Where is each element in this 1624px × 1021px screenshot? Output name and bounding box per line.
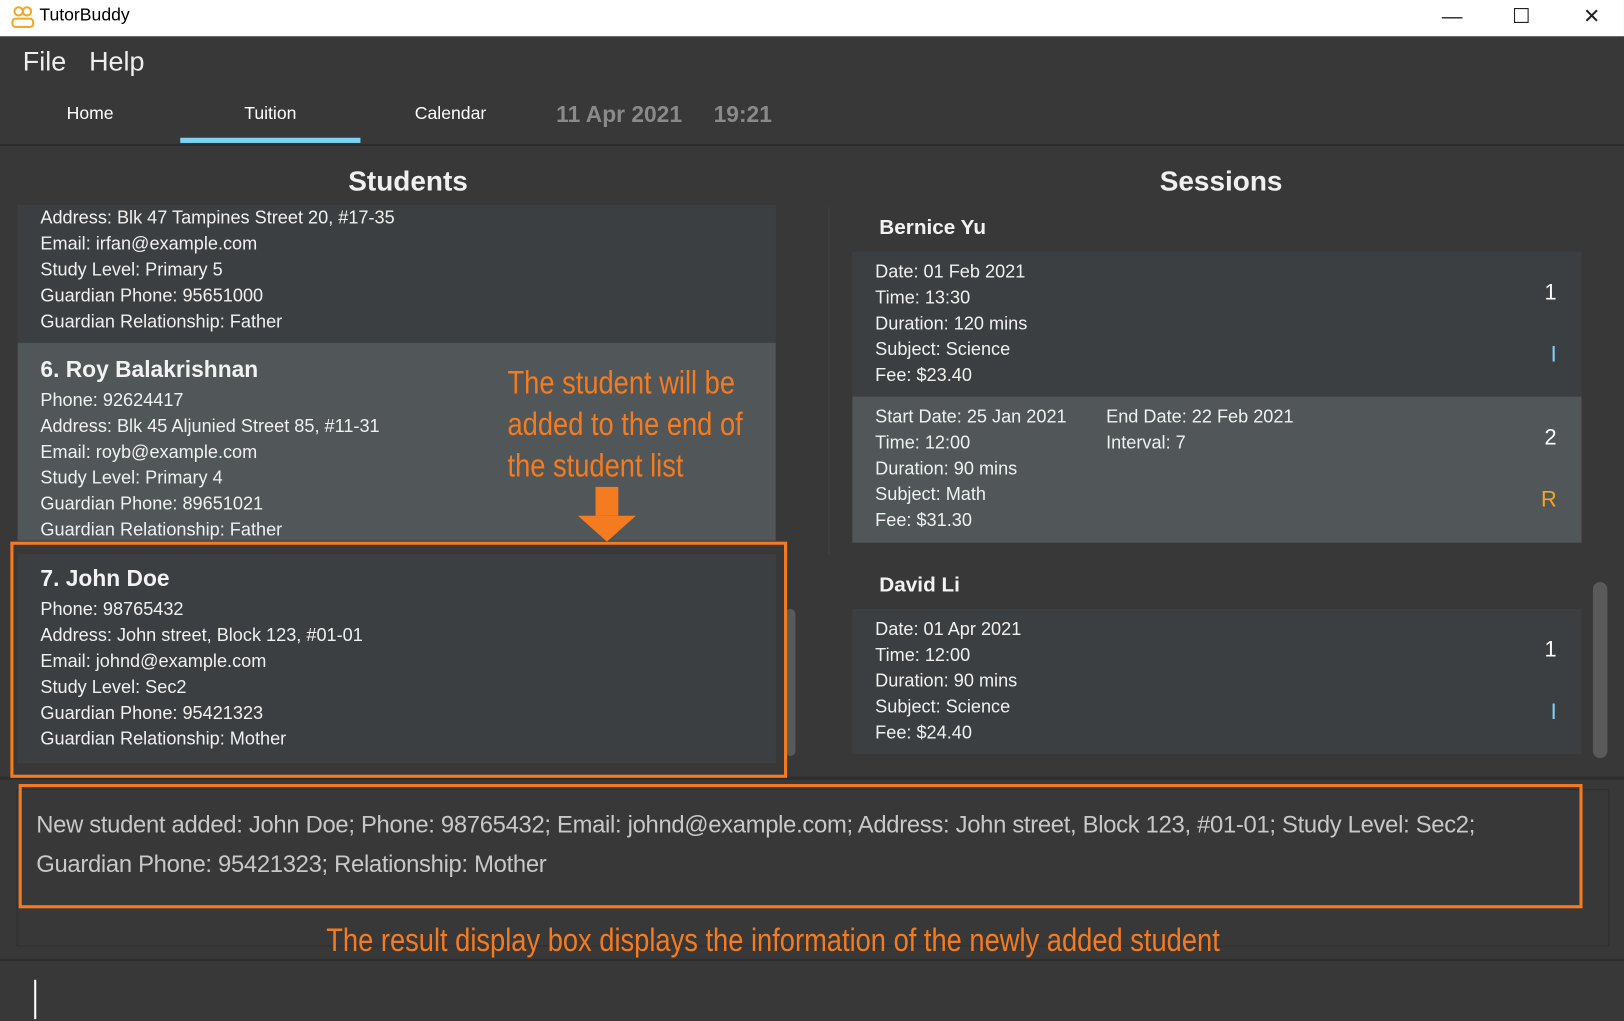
result-highlight-box bbox=[18, 784, 1583, 909]
student-address: Address: Blk 47 Tampines Street 20, #17-… bbox=[40, 207, 395, 228]
session-date: Date: 01 Feb 2021 bbox=[875, 260, 1026, 282]
student-guardian-phone: Guardian Phone: 89651021 bbox=[40, 492, 264, 514]
session-subject: Subject: Science bbox=[875, 338, 1011, 360]
session-subject: Subject: Math bbox=[875, 483, 986, 505]
session-end-date: End Date: 22 Feb 2021 bbox=[1106, 405, 1294, 427]
session-type-badge: R bbox=[1540, 487, 1557, 512]
student-guardian-phone: Guardian Phone: 95651000 bbox=[40, 284, 264, 306]
tutee-name: David Li bbox=[879, 573, 960, 597]
close-button[interactable]: ✕ bbox=[1571, 2, 1612, 31]
session-time: Time: 12:00 bbox=[875, 644, 971, 665]
session-fee: Fee: $23.40 bbox=[875, 364, 972, 386]
arrow-down-icon bbox=[577, 486, 636, 542]
student-annotation: The student will be added to the end of … bbox=[507, 362, 742, 486]
session-fee: Fee: $31.30 bbox=[875, 509, 972, 531]
session-fee: Fee: $24.40 bbox=[875, 721, 972, 743]
student-relationship: Guardian Relationship: Father bbox=[40, 518, 283, 540]
session-index: 1 bbox=[1544, 637, 1557, 662]
result-annotation: The result display box displays the info… bbox=[326, 921, 1220, 959]
menu-file[interactable]: File bbox=[23, 46, 66, 78]
title-bar: TutorBuddy — ☐ ✕ bbox=[0, 0, 1624, 37]
app-window: TutorBuddy — ☐ ✕ File Help Home Tuition … bbox=[0, 0, 1624, 1021]
divider bbox=[0, 143, 1624, 147]
session-card[interactable]: Date: 01 Feb 2021 Time: 13:30 Duration: … bbox=[852, 251, 1582, 397]
session-duration: Duration: 90 mins bbox=[875, 670, 1018, 691]
session-type-badge: I bbox=[1550, 342, 1557, 367]
annotation-line: added to the end of bbox=[507, 405, 743, 443]
tab-tuition[interactable]: Tuition bbox=[180, 104, 360, 125]
app-logo-icon bbox=[11, 6, 35, 28]
command-box[interactable] bbox=[0, 961, 1624, 1021]
active-tab-indicator bbox=[180, 137, 361, 143]
session-subject: Subject: Science bbox=[875, 695, 1011, 717]
session-index: 2 bbox=[1544, 425, 1557, 450]
minimize-button[interactable]: — bbox=[1431, 2, 1472, 31]
session-type-badge: I bbox=[1550, 700, 1557, 724]
session-duration: Duration: 90 mins bbox=[875, 457, 1018, 479]
new-student-highlight-box bbox=[10, 541, 788, 778]
student-level: Study Level: Primary 5 bbox=[40, 258, 223, 280]
session-interval: Interval: 7 bbox=[1106, 431, 1186, 453]
session-card[interactable]: Date: 01 Apr 2021 Time: 12:00 Duration: … bbox=[852, 608, 1582, 754]
student-card[interactable]: Address: Blk 47 Tampines Street 20, #17-… bbox=[17, 205, 776, 343]
annotation-line: The student will be bbox=[507, 364, 736, 401]
student-relationship: Guardian Relationship: Father bbox=[40, 310, 283, 332]
panel-divider bbox=[828, 207, 830, 555]
session-duration: Duration: 120 mins bbox=[875, 312, 1028, 334]
current-date: 11 Apr 2021 bbox=[556, 101, 683, 128]
session-date: Date: 01 Apr 2021 bbox=[875, 618, 1022, 640]
session-card[interactable]: Start Date: 25 Jan 2021 Time: 12:00 Dura… bbox=[852, 396, 1582, 543]
menu-help[interactable]: Help bbox=[89, 46, 144, 78]
tutee-name: Bernice Yu bbox=[879, 216, 987, 240]
students-title: Students bbox=[348, 165, 468, 197]
text-cursor bbox=[34, 979, 37, 1020]
sessions-scrollbar[interactable] bbox=[1592, 582, 1608, 759]
maximize-button[interactable]: ☐ bbox=[1501, 2, 1542, 31]
tab-calendar[interactable]: Calendar bbox=[360, 104, 540, 125]
current-time: 19:21 bbox=[713, 101, 772, 128]
window-title: TutorBuddy bbox=[39, 5, 130, 25]
tab-home[interactable]: Home bbox=[0, 104, 180, 125]
session-time: Time: 13:30 bbox=[875, 286, 971, 308]
annotation-line: the student list bbox=[507, 447, 684, 484]
sessions-title: Sessions bbox=[1159, 165, 1283, 197]
session-index: 1 bbox=[1544, 280, 1557, 305]
student-email: Email: irfan@example.com bbox=[40, 233, 258, 254]
